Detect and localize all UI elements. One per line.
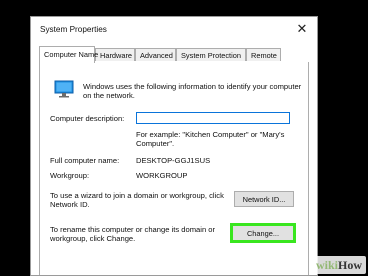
- tab-hardware[interactable]: Hardware: [95, 48, 135, 61]
- computer-description-input[interactable]: [136, 112, 290, 124]
- full-computer-name-value: DESKTOP-GGJ1SUS: [136, 156, 211, 165]
- tab-remote[interactable]: Remote: [246, 48, 281, 61]
- network-id-text-line-2: Network ID.: [50, 200, 90, 209]
- change-button[interactable]: Change...: [230, 223, 296, 243]
- tab-strip: Computer Name Hardware Advanced System P…: [39, 46, 309, 63]
- system-properties-window: System Properties ✕ Computer Name Hardwa…: [30, 16, 318, 276]
- window-title: System Properties: [40, 25, 107, 34]
- network-id-button[interactable]: Network ID...: [234, 191, 294, 207]
- rename-text-line-2: workgroup, click Change.: [50, 234, 136, 243]
- close-button[interactable]: ✕: [287, 17, 317, 42]
- intro-line-2: on the network.: [83, 91, 135, 100]
- example-line-2: Computer".: [136, 139, 175, 148]
- wikihow-watermark: wiki How: [311, 256, 366, 274]
- tab-advanced[interactable]: Advanced: [135, 48, 176, 61]
- computer-description-label: Computer description:: [50, 114, 125, 123]
- computer-name-panel: Windows uses the following information t…: [39, 62, 309, 275]
- computer-monitor-icon: [54, 80, 74, 98]
- watermark-part-1: wiki: [315, 257, 338, 272]
- tab-system-protection[interactable]: System Protection: [176, 48, 246, 61]
- full-computer-name-label: Full computer name:: [50, 156, 120, 165]
- title-bar: System Properties ✕: [31, 17, 317, 42]
- workgroup-label: Workgroup:: [50, 171, 90, 180]
- watermark-part-2: How: [338, 257, 362, 272]
- tab-computer-name[interactable]: Computer Name: [39, 46, 98, 63]
- close-icon: ✕: [296, 22, 308, 37]
- workgroup-value: WORKGROUP: [136, 171, 188, 180]
